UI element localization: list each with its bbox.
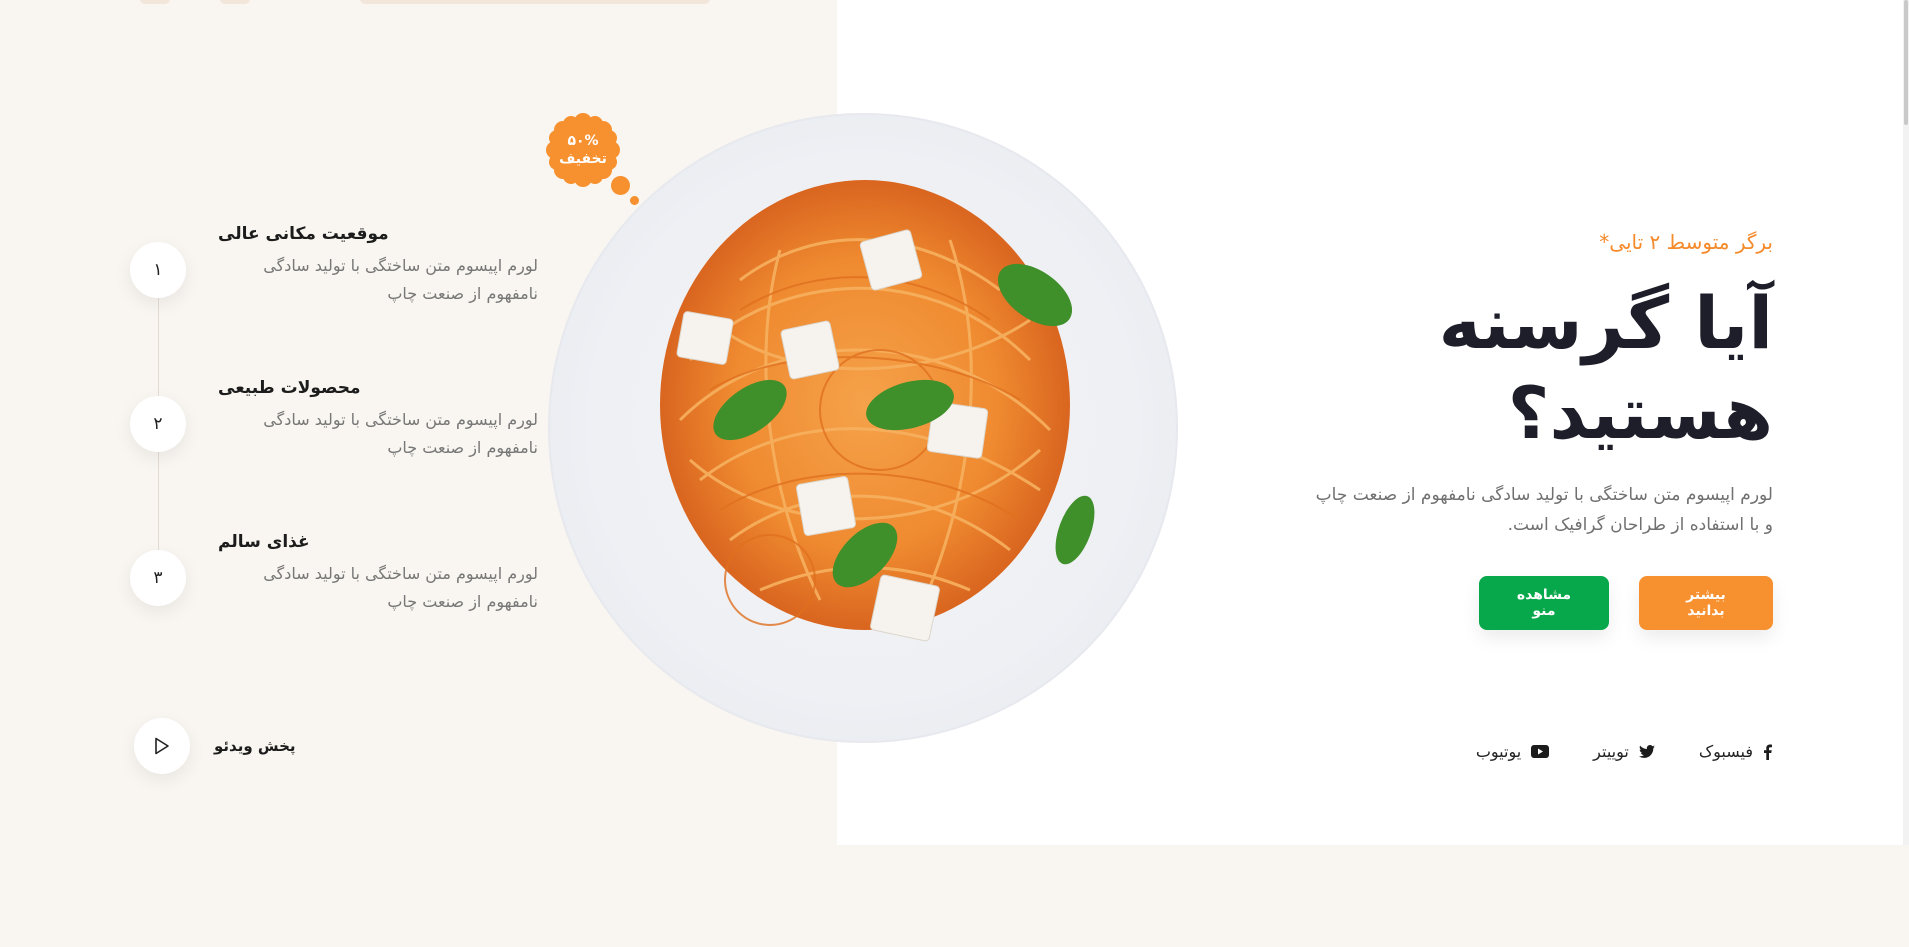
pasta-dish-image: [660, 180, 1095, 642]
feature-description: لورم اپیسوم متن ساختگی با تولید سادگی نا…: [218, 406, 538, 462]
youtube-icon: [1531, 745, 1550, 758]
discount-badge: ۵۰% تخفیف: [545, 112, 621, 188]
scrollbar-track[interactable]: [1903, 0, 1909, 845]
feature-description-line1: لورم اپیسوم متن ساختگی با تولید سادگی: [263, 410, 538, 429]
play-icon: [155, 737, 169, 755]
hero-headline-line1: آیا گرسنه: [1438, 281, 1773, 365]
discount-label: تخفیف: [559, 151, 607, 167]
facebook-icon: [1764, 744, 1772, 760]
feature-description-line2: نامفهوم از صنعت چاپ: [387, 592, 538, 611]
feature-title: محصولات طبیعی: [218, 378, 361, 398]
feature-item: ۲ محصولات طبیعی لورم اپیسوم متن ساختگی ب…: [130, 374, 550, 474]
play-video-control[interactable]: پخش ویدئو: [134, 718, 296, 774]
feature-title: غذای سالم: [218, 532, 310, 552]
feature-description-line1: لورم اپیسوم متن ساختگی با تولید سادگی: [263, 256, 538, 275]
top-nav-peek: [140, 0, 170, 4]
feature-description-line1: لورم اپیسوم متن ساختگی با تولید سادگی: [263, 564, 538, 583]
feature-number: ۲: [130, 396, 186, 452]
social-link-facebook[interactable]: فیسبوک: [1699, 742, 1772, 761]
feature-description: لورم اپیسوم متن ساختگی با تولید سادگی نا…: [218, 560, 538, 616]
hero-headline-line2: هستید؟: [1507, 371, 1773, 455]
feature-item: ۳ غذای سالم لورم اپیسوم متن ساختگی با تو…: [130, 528, 550, 628]
play-button[interactable]: [134, 718, 190, 774]
play-video-label: پخش ویدئو: [214, 737, 296, 755]
social-link-twitter[interactable]: توییتر: [1593, 742, 1655, 761]
badge-bubble: [611, 176, 630, 195]
feature-description-line2: نامفهوم از صنعت چاپ: [387, 284, 538, 303]
social-label-twitter: توییتر: [1593, 742, 1629, 761]
feature-description: لورم اپیسوم متن ساختگی با تولید سادگی نا…: [218, 252, 538, 308]
hero-headline: آیا گرسنه هستید؟: [1213, 278, 1773, 458]
view-menu-button[interactable]: مشاهده منو: [1479, 576, 1609, 630]
hero-description-line1: لورم اپیسوم متن ساختگی با تولید سادگی نا…: [1315, 485, 1773, 505]
badge-bubble: [630, 196, 639, 205]
social-label-facebook: فیسبوک: [1698, 742, 1753, 761]
scrollbar-thumb[interactable]: [1904, 0, 1908, 125]
discount-percent: ۵۰%: [567, 133, 599, 149]
feature-item: ۱ موقعیت مکانی عالی لورم اپیسوم متن ساخت…: [130, 220, 550, 320]
learn-more-button[interactable]: بیشتر بدانید: [1639, 576, 1773, 630]
discount-badge-text: ۵۰% تخفیف: [545, 132, 621, 168]
social-label-youtube: یوتیوب: [1475, 742, 1522, 761]
hero-tagline: برگر متوسط ۲ تایی*: [1599, 230, 1773, 254]
hero-text: برگر متوسط ۲ تایی* آیا گرسنه هستید؟ لورم…: [1213, 228, 1773, 630]
social-link-youtube[interactable]: یوتیوب: [1475, 742, 1550, 761]
hero-buttons: بیشتر بدانید مشاهده منو: [1213, 576, 1773, 630]
hero-description-line2: و با استفاده از طراحان گرافیک است.: [1507, 515, 1773, 535]
hero-description: لورم اپیسوم متن ساختگی با تولید سادگی نا…: [1213, 480, 1773, 540]
top-nav-peek: [220, 0, 250, 4]
page: برگر متوسط ۲ تایی* آیا گرسنه هستید؟ لورم…: [0, 0, 1909, 947]
feature-description-line2: نامفهوم از صنعت چاپ: [387, 438, 538, 457]
feature-number: ۱: [130, 242, 186, 298]
feature-number: ۳: [130, 550, 186, 606]
top-nav-peek: [360, 0, 710, 4]
twitter-icon: [1638, 744, 1655, 758]
social-links: فیسبوک توییتر یوتیوب: [1476, 742, 1772, 761]
feature-title: موقعیت مکانی عالی: [218, 224, 389, 244]
